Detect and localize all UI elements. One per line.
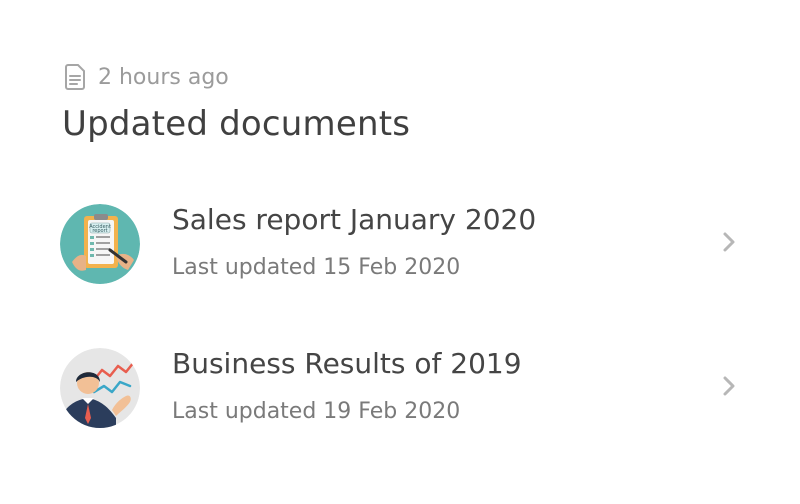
document-last-updated: Last updated 19 Feb 2020 — [172, 399, 461, 424]
updated-documents-header: 2 hours ago Updated documents — [62, 60, 410, 144]
document-icon — [62, 62, 88, 92]
accident-report-clipboard-image: Accident report — [60, 204, 140, 284]
chevron-right-icon[interactable] — [718, 228, 740, 256]
page-title: Updated documents — [62, 104, 411, 144]
document-text: Business Results of 2019 Last updated 19… — [172, 344, 522, 426]
document-thumbnail: Accident report — [60, 204, 140, 284]
document-title: Sales report January 2020 — [172, 203, 537, 236]
businessman-chart-image — [60, 348, 140, 428]
updated-time: 2 hours ago — [62, 60, 410, 94]
svg-text:report: report — [92, 228, 107, 234]
updated-time-text: 2 hours ago — [98, 64, 229, 90]
document-title: Business Results of 2019 — [172, 347, 522, 380]
document-item-sales-report[interactable]: Accident report Sales report January 202… — [60, 200, 740, 344]
documents-list: Accident report Sales report January 202… — [60, 200, 740, 488]
document-item-business-results[interactable]: Business Results of 2019 Last updated 19… — [60, 344, 740, 488]
document-last-updated: Last updated 15 Feb 2020 — [172, 255, 461, 280]
document-thumbnail — [60, 348, 140, 428]
chevron-right-icon[interactable] — [718, 372, 740, 400]
document-text: Sales report January 2020 Last updated 1… — [172, 200, 536, 282]
